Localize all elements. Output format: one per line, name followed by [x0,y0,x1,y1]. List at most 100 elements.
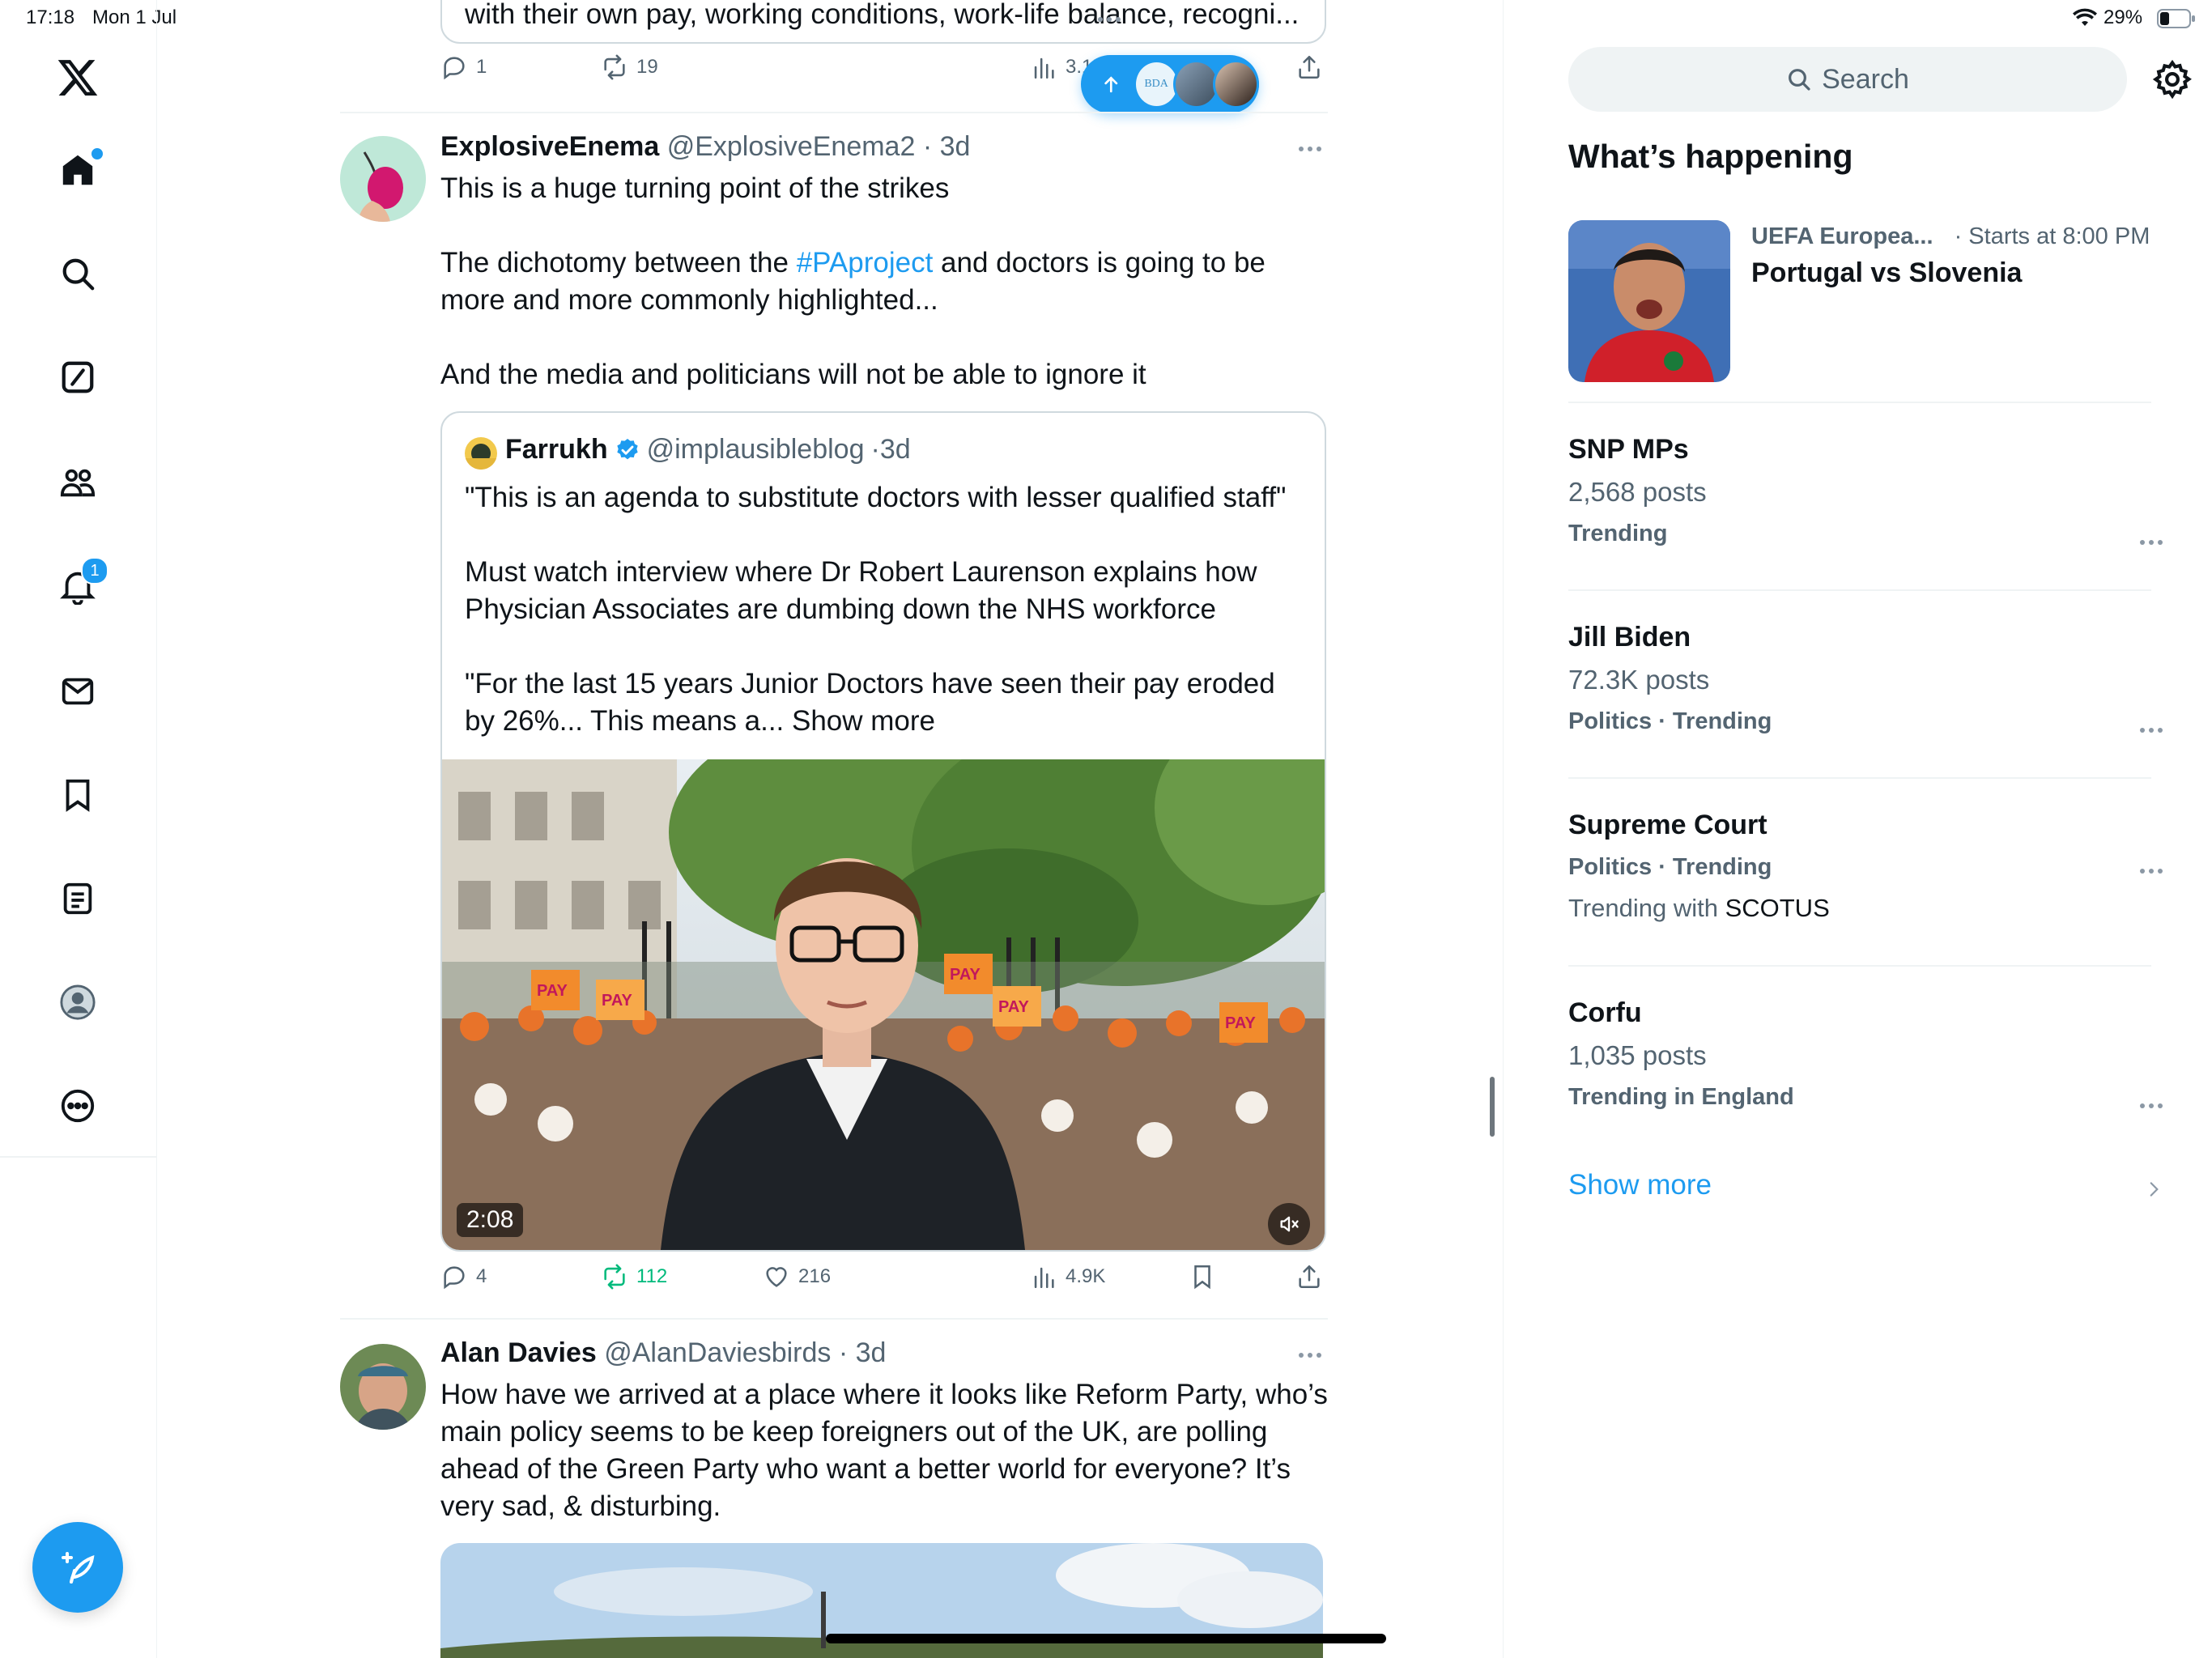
trend-item[interactable]: Supreme Court Politics · Trending Trendi… [1568,810,2151,923]
author-name[interactable]: Alan Davies [440,1337,597,1368]
heart-icon [766,1267,787,1287]
tweet-time[interactable]: 3d [940,131,971,162]
share-icon [1299,55,1320,79]
trend-title: Supreme Court [1568,810,1767,840]
event-category: UEFA Europea... [1751,223,1933,249]
quote-header: Farrukh @implausibleblog · 3d [505,434,911,466]
quote-author-name[interactable]: Farrukh [505,434,608,466]
event-meta: UEFA Europea... · Starts at 8:00 PM [1751,223,2150,250]
tweet1-text[interactable]: This is a huge turning point of the stri… [440,170,1331,393]
prev-tweet-cut-text: with their own pay, working conditions, … [465,0,1300,30]
video-player[interactable]: PAY PAY PAY PAY PAY 2:08 [442,759,1325,1250]
trend-item[interactable]: SNP MPs 2,568 posts Trending [1568,434,2151,547]
tweet2-text[interactable]: How have we arrived at a place where it … [440,1376,1331,1525]
trend-with: Trending with SCOTUS [1568,894,1830,922]
quote-text: "This is an agenda to substitute doctors… [465,482,1287,737]
notifications-icon[interactable]: 1 [45,554,110,619]
views-icon [1034,1267,1054,1289]
notifications-badge: 1 [81,557,108,585]
pill-avatar-3 [1212,60,1259,108]
views-icon [1034,57,1054,79]
repost-button[interactable]: 112 [601,1263,667,1290]
sidebar: Search What’s happening UEFA Europea... … [1503,0,2212,1658]
trend-more-icon[interactable] [2135,534,2167,551]
trend-post-count: 1,035 posts [1568,1040,1707,1070]
reply-button[interactable]: 4 [440,1263,487,1290]
tweet-divider [340,112,1328,113]
trend-with-topic[interactable]: SCOTUS [1725,894,1830,922]
new-posts-pill[interactable]: BDA [1081,55,1259,113]
compose-button[interactable] [32,1522,123,1613]
section-title: What’s happening [1568,138,1853,175]
tweet-divider [340,1318,1328,1320]
quote-author-handle[interactable]: @implausibleblog [647,434,865,466]
reply-button[interactable]: 1 [440,53,487,81]
trend-title: Jill Biden [1568,622,1691,653]
author-handle[interactable]: @ExplosiveEnema2 [667,131,916,162]
hashtag-link[interactable]: #PAproject [797,247,934,278]
verified-badge-icon [616,438,638,459]
prev-more-icon[interactable] [1093,11,1125,28]
home-icon[interactable] [45,138,110,202]
trend-divider [1568,589,2151,591]
show-more-link[interactable]: Show more [1568,1169,1712,1201]
event-thumbnail[interactable] [1568,220,1730,382]
search-icon[interactable] [45,241,110,306]
reply-count: 4 [476,1265,487,1287]
profile-icon[interactable] [45,970,110,1035]
trend-item[interactable]: Corfu 1,035 posts Trending in England [1568,997,2151,1111]
messages-icon[interactable] [45,659,110,724]
trend-category: Trending [1568,521,1668,546]
tweet-time[interactable]: 3d [856,1337,887,1368]
repost-button[interactable]: 19 [601,53,658,81]
bookmark-button[interactable] [1189,1263,1216,1290]
trend-divider [1568,777,2151,779]
prev-tweet-card[interactable]: with their own pay, working conditions, … [440,0,1326,44]
tweet2-more-icon[interactable] [1294,1347,1326,1363]
grok-icon[interactable] [45,345,110,410]
tweet1-more-icon[interactable] [1294,141,1326,157]
communities-icon[interactable] [45,450,110,515]
quoted-tweet-card[interactable]: Farrukh @implausibleblog · 3d "This is a… [440,411,1326,1252]
reply-count: 1 [476,56,487,78]
home-new-dot [89,146,105,162]
search-input[interactable]: Search [1568,47,2127,112]
bookmarks-icon[interactable] [45,763,110,827]
event-title[interactable]: Portugal vs Slovenia [1751,257,2022,289]
trend-post-count: 2,568 posts [1568,477,1707,507]
x-logo-icon[interactable] [45,45,110,110]
chevron-right-icon [2143,1179,2164,1200]
author-name[interactable]: ExplosiveEnema [440,131,659,162]
sign-label: PAY [537,982,568,1000]
sign-label: PAY [1225,1014,1256,1032]
settings-gear-icon[interactable] [2151,58,2193,100]
trend-more-icon[interactable] [2135,722,2167,738]
views-button[interactable]: 4.9K [1030,1263,1105,1290]
trend-divider [1568,965,2151,967]
trend-category: Trending in England [1568,1084,1794,1110]
alandavies-avatar[interactable] [340,1344,426,1430]
show-more-link[interactable]: Show more [792,705,935,737]
trend-item[interactable]: Jill Biden 72.3K posts Politics · Trendi… [1568,622,2151,735]
explosiveenema-avatar[interactable] [340,136,426,222]
home-indicator [826,1634,1386,1643]
author-handle[interactable]: @AlanDaviesbirds [604,1337,831,1368]
repost-count: 19 [636,56,658,78]
trend-post-count: 72.3K posts [1568,665,1710,695]
like-button[interactable]: 216 [763,1263,831,1290]
more-icon[interactable] [45,1073,110,1138]
reply-icon [444,57,465,80]
trend-category: Politics · Trending [1568,708,1772,734]
share-icon [1299,1265,1320,1289]
tweet1-actions: 4 112 216 4.9K [440,1263,1320,1303]
trend-more-icon[interactable] [2135,1098,2167,1114]
share-button[interactable] [1295,1263,1323,1290]
split-view-handle[interactable] [1490,1077,1495,1137]
trend-divider [1568,402,2151,403]
lists-icon[interactable] [45,866,110,931]
bookmark-icon [1194,1265,1210,1290]
trend-more-icon[interactable] [2135,863,2167,879]
share-button[interactable] [1295,53,1323,81]
mute-button[interactable] [1268,1203,1310,1245]
sign-label: PAY [602,992,632,1010]
